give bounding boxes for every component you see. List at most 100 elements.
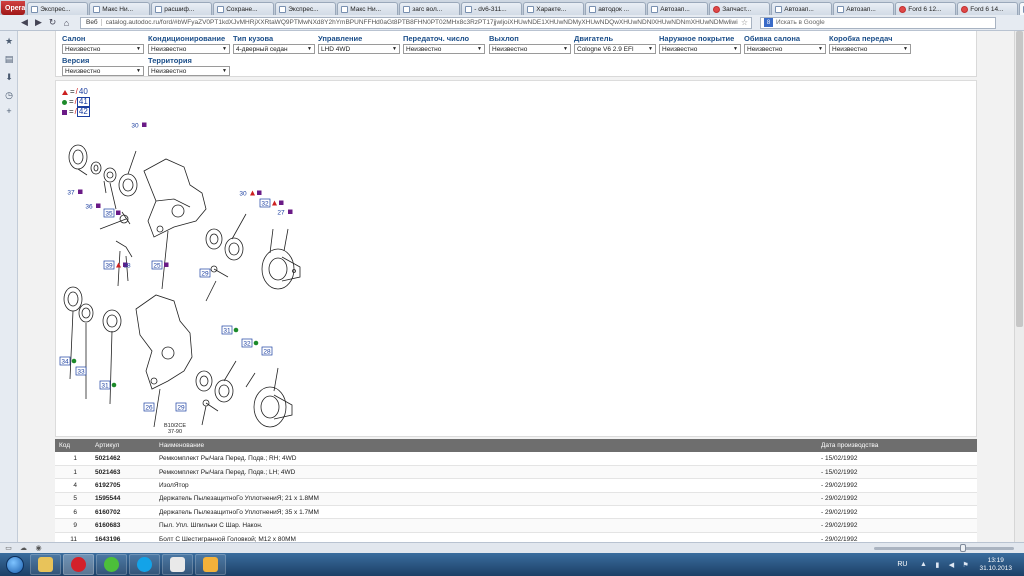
- diagram-callout[interactable]: 29: [199, 268, 211, 278]
- zoom-slider[interactable]: [874, 544, 1014, 552]
- taskbar-aimp[interactable]: [162, 554, 193, 575]
- tray-expand-icon[interactable]: ▲: [919, 561, 927, 569]
- browser-tab[interactable]: расшиф...: [151, 2, 213, 15]
- cell-article[interactable]: 1595544: [91, 492, 155, 507]
- network-icon[interactable]: ▮: [933, 561, 941, 569]
- table-row[interactable]: 5 1595544 Держатель ПылезащитноГо Уплотнен…: [55, 492, 977, 507]
- diagram-callout[interactable]: 37: [67, 189, 83, 197]
- header-article[interactable]: Артикул: [91, 439, 155, 452]
- diagram-callout[interactable]: 34: [59, 356, 77, 366]
- filter-select[interactable]: Неизвестно ▼: [829, 44, 911, 54]
- browser-tab[interactable]: Макс Ни...: [337, 2, 399, 15]
- header-code[interactable]: Код: [55, 439, 91, 452]
- opera-menu-button[interactable]: Opera: [1, 1, 26, 15]
- bookmark-star-icon[interactable]: ☆: [738, 18, 751, 27]
- bookmarks-star-icon[interactable]: ★: [3, 35, 15, 47]
- notes-icon[interactable]: ▤: [3, 53, 15, 65]
- diagram-callout[interactable]: 32: [241, 338, 259, 348]
- diagram-callout[interactable]: 33: [75, 366, 87, 376]
- table-row[interactable]: 6 6160702 Держатель ПылезащитноГо Уплотнен…: [55, 505, 977, 520]
- browser-tab[interactable]: Макс Ни...: [89, 2, 151, 15]
- add-panel-icon[interactable]: +: [3, 105, 15, 117]
- filter-select[interactable]: Неизвестно ▼: [148, 44, 230, 54]
- header-date[interactable]: Дата производства: [817, 439, 977, 452]
- diagram-callout[interactable]: 25: [151, 260, 169, 270]
- browser-tab[interactable]: Экспрес...: [275, 2, 337, 15]
- zoom-slider-thumb[interactable]: [960, 544, 966, 552]
- table-row[interactable]: 11 1643196 Болт С Шестигранной Головкой; M…: [55, 532, 977, 542]
- cell-article[interactable]: 6160702: [91, 505, 155, 520]
- filter-select[interactable]: Cologne V6 2.9 EFI ▼: [574, 44, 656, 54]
- filter-select[interactable]: Неизвестно ▼: [489, 44, 571, 54]
- turbo-icon[interactable]: ◉: [34, 544, 43, 552]
- table-row[interactable]: 4 6192705 ИзолЯтор - 29/02/1992: [55, 478, 977, 493]
- tray-clock[interactable]: 13:19 31.10.2013: [979, 557, 1012, 573]
- vertical-scrollbar[interactable]: [1014, 31, 1024, 542]
- filter-select[interactable]: 4-дверный седан ▼: [233, 44, 315, 54]
- forward-arrow-icon[interactable]: ▶: [32, 17, 45, 29]
- sync-cloud-icon[interactable]: ☁: [19, 544, 28, 552]
- cell-article[interactable]: 6192705: [91, 478, 155, 493]
- browser-tab[interactable]: Автозап...: [647, 2, 709, 15]
- cell-article[interactable]: 5021463: [91, 465, 155, 480]
- reload-icon[interactable]: ↻: [46, 17, 59, 29]
- filter-select[interactable]: Неизвестно ▼: [403, 44, 485, 54]
- filter-select[interactable]: Неизвестно ▼: [148, 66, 230, 76]
- diagram-callout[interactable]: 30: [131, 122, 147, 130]
- taskbar-icq[interactable]: [96, 554, 127, 575]
- diagram-callout[interactable]: 35: [103, 208, 121, 218]
- browser-tab[interactable]: автодок ...: [585, 2, 647, 15]
- diagram-callout[interactable]: 32: [259, 198, 284, 208]
- browser-tab[interactable]: Ford 6 14...: [957, 2, 1019, 15]
- diagram-callout[interactable]: 28: [261, 346, 273, 356]
- tab-label: Автозап...: [784, 5, 814, 13]
- browser-tab[interactable]: Автозап...: [771, 2, 833, 15]
- filter-select[interactable]: Неизвестно ▼: [62, 44, 144, 54]
- history-clock-icon[interactable]: ◷: [3, 89, 15, 101]
- filter-select[interactable]: Неизвестно ▼: [744, 44, 826, 54]
- diagram-callout[interactable]: 29: [175, 402, 187, 412]
- diagram-callout[interactable]: 31: [99, 380, 117, 390]
- start-button[interactable]: [1, 554, 29, 576]
- header-name[interactable]: Наименование: [155, 439, 817, 452]
- taskbar-explorer[interactable]: [30, 554, 61, 575]
- volume-icon[interactable]: ◀: [947, 561, 955, 569]
- taskbar-opera[interactable]: [63, 554, 94, 575]
- taskbar-app[interactable]: [195, 554, 226, 575]
- diagram-callout[interactable]: 31: [221, 325, 239, 335]
- browser-tab[interactable]: Ford 6 12...: [895, 2, 957, 15]
- downloads-icon[interactable]: ⬇: [3, 71, 15, 83]
- browser-tab[interactable]: FORD (E...: [1019, 2, 1024, 15]
- table-row[interactable]: 1 5021463 Ремкомплект РыЧага Перед. Подв.;…: [55, 465, 977, 480]
- table-row[interactable]: 1 5021462 Ремкомплект РыЧага Перед. Подв.;…: [55, 452, 977, 466]
- diagram-callout[interactable]: 38: [123, 263, 131, 270]
- browser-tab[interactable]: Автозап...: [833, 2, 895, 15]
- taskbar-skype[interactable]: [129, 554, 160, 575]
- browser-tab[interactable]: Экспрес...: [27, 2, 89, 15]
- diagram-callout[interactable]: 30: [239, 190, 262, 198]
- home-icon[interactable]: ⌂: [60, 17, 73, 29]
- diagram-callout[interactable]: 27: [277, 209, 293, 217]
- cell-article[interactable]: 5021462: [91, 452, 155, 466]
- panel-toggle-icon[interactable]: ▭: [4, 544, 13, 552]
- search-input[interactable]: 8 Искать в Google: [760, 16, 996, 29]
- browser-tab[interactable]: Запчаст...: [709, 2, 771, 15]
- search-engine-icon[interactable]: 8: [764, 18, 773, 27]
- diagram-callout[interactable]: 36: [85, 203, 101, 211]
- scrollbar-thumb[interactable]: [1016, 31, 1023, 327]
- browser-tab[interactable]: загс вол...: [399, 2, 461, 15]
- diagram-callout[interactable]: 26: [143, 402, 155, 412]
- filter-select[interactable]: LHD 4WD ▼: [318, 44, 400, 54]
- filter-select[interactable]: Неизвестно ▼: [62, 66, 144, 76]
- browser-tab[interactable]: - dv6-311...: [461, 2, 523, 15]
- flag-icon[interactable]: ⚑: [961, 561, 969, 569]
- browser-tab[interactable]: Сохране...: [213, 2, 275, 15]
- back-arrow-icon[interactable]: ◀: [18, 17, 31, 29]
- cell-article[interactable]: 6160683: [91, 518, 155, 533]
- language-indicator[interactable]: RU: [897, 561, 907, 568]
- filter-select[interactable]: Неизвестно ▼: [659, 44, 741, 54]
- browser-tab[interactable]: Характе...: [523, 2, 585, 15]
- address-input[interactable]: Веб catalog.autodoc.ru/ford/#bWFyaZV0PT1…: [80, 16, 752, 29]
- cell-article[interactable]: 1643196: [91, 532, 155, 542]
- table-row[interactable]: 9 6160683 Пыл. Упл. Шпильки С Шар. Након. -…: [55, 518, 977, 533]
